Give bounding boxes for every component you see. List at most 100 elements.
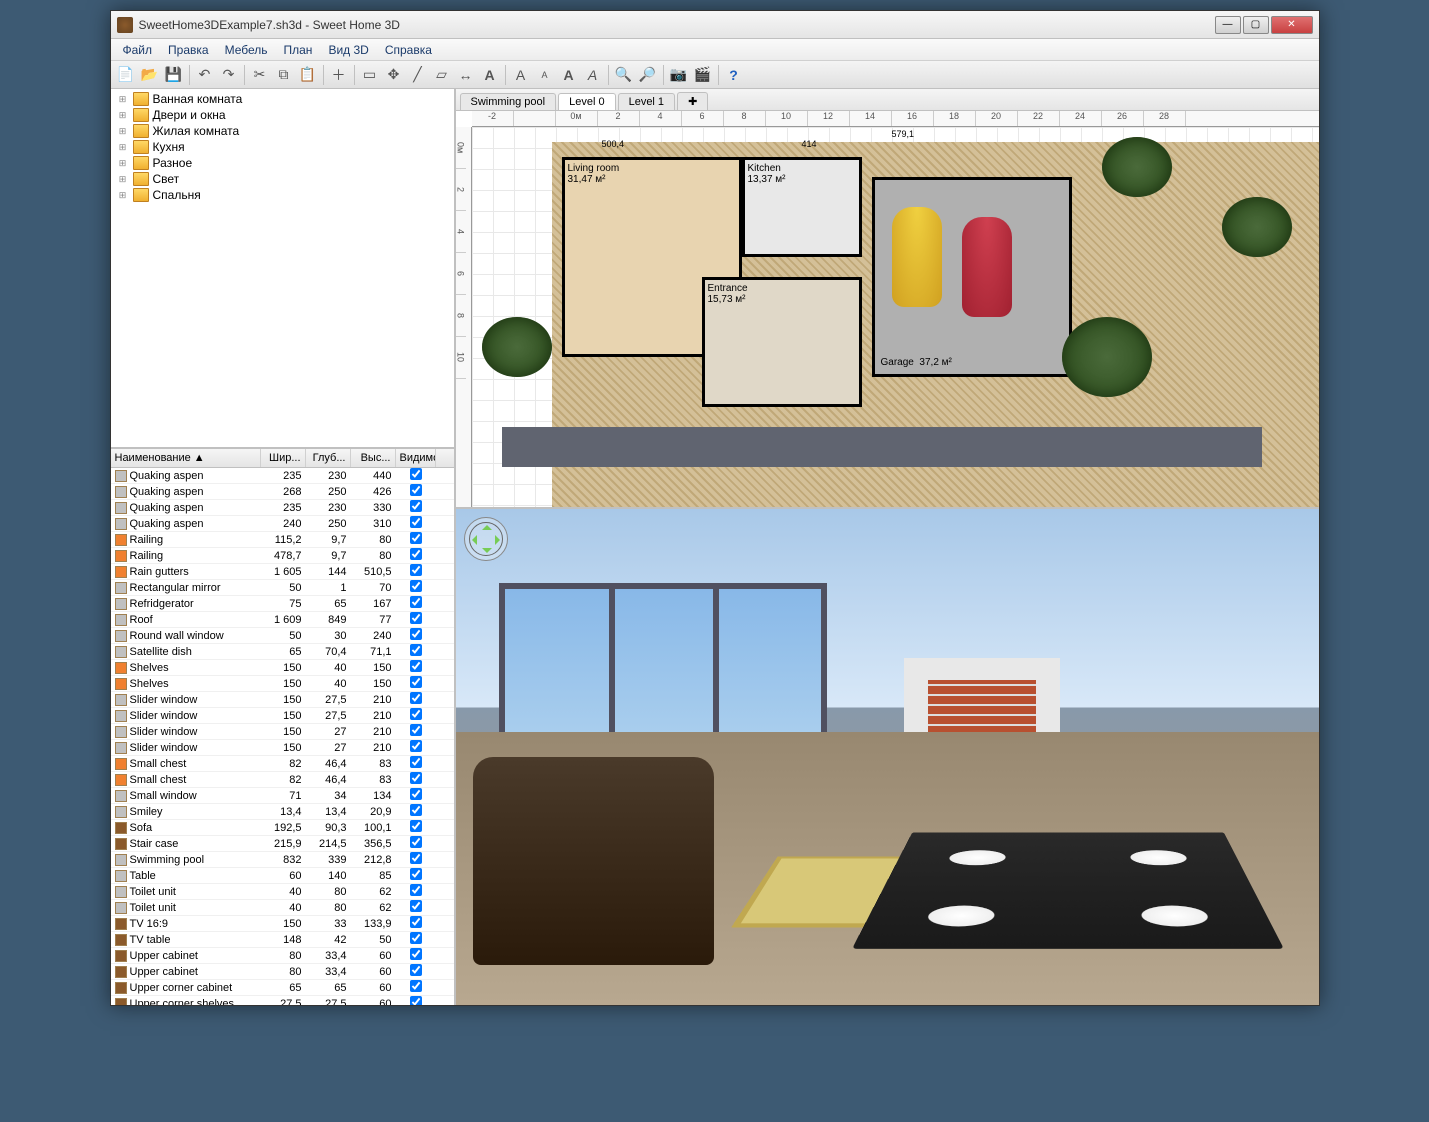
tree-item[interactable]: ⊞Кухня bbox=[113, 139, 452, 155]
expander-icon[interactable]: ⊞ bbox=[117, 142, 129, 153]
titlebar[interactable]: SweetHome3DExample7.sh3d - Sweet Home 3D… bbox=[111, 11, 1319, 39]
bush-icon[interactable] bbox=[1062, 317, 1152, 397]
visible-checkbox[interactable] bbox=[410, 612, 422, 624]
furniture-visible[interactable] bbox=[396, 948, 436, 963]
text-tool-icon[interactable]: A bbox=[479, 64, 501, 86]
furniture-list[interactable]: Наименование ▲ Шир... Глуб... Выс... Вид… bbox=[111, 449, 454, 1005]
visible-checkbox[interactable] bbox=[410, 500, 422, 512]
furniture-row[interactable]: Slider window15027210 bbox=[111, 740, 454, 756]
furniture-list-header[interactable]: Наименование ▲ Шир... Глуб... Выс... Вид… bbox=[111, 449, 454, 468]
furniture-visible[interactable] bbox=[396, 772, 436, 787]
furniture-visible[interactable] bbox=[396, 532, 436, 547]
furniture-visible[interactable] bbox=[396, 516, 436, 531]
furniture-row[interactable]: Quaking aspen235230440 bbox=[111, 468, 454, 484]
cut-icon[interactable]: ✂ bbox=[249, 64, 271, 86]
furniture-visible[interactable] bbox=[396, 564, 436, 579]
bush-icon[interactable] bbox=[1102, 137, 1172, 197]
furniture-row[interactable]: Quaking aspen240250310 bbox=[111, 516, 454, 532]
visible-checkbox[interactable] bbox=[410, 756, 422, 768]
visible-checkbox[interactable] bbox=[410, 820, 422, 832]
add-furniture-icon[interactable]: ＋ bbox=[328, 64, 350, 86]
furniture-row[interactable]: Slider window15027,5210 bbox=[111, 692, 454, 708]
visible-checkbox[interactable] bbox=[410, 532, 422, 544]
furniture-visible[interactable] bbox=[396, 676, 436, 691]
plan-tab[interactable]: Swimming pool bbox=[460, 93, 557, 110]
furniture-row[interactable]: Railing115,29,780 bbox=[111, 532, 454, 548]
wall-tool-icon[interactable]: ╱ bbox=[407, 64, 429, 86]
view-3d[interactable] bbox=[456, 509, 1319, 1005]
menu-plan[interactable]: План bbox=[276, 41, 321, 59]
furniture-visible[interactable] bbox=[396, 932, 436, 947]
visible-checkbox[interactable] bbox=[410, 596, 422, 608]
house-plan[interactable]: Living room 31,47 м² Kitchen 13,37 м² En… bbox=[542, 147, 1072, 427]
tree-item[interactable]: ⊞Спальня bbox=[113, 187, 452, 203]
furniture-visible[interactable] bbox=[396, 708, 436, 723]
nav-left-icon[interactable] bbox=[467, 535, 477, 545]
visible-checkbox[interactable] bbox=[410, 980, 422, 992]
furniture-visible[interactable] bbox=[396, 644, 436, 659]
room-tool-icon[interactable]: ▱ bbox=[431, 64, 453, 86]
furniture-visible[interactable] bbox=[396, 900, 436, 915]
menu-edit[interactable]: Правка bbox=[160, 41, 217, 59]
furniture-visible[interactable] bbox=[396, 484, 436, 499]
furniture-row[interactable]: Stair case215,9214,5356,5 bbox=[111, 836, 454, 852]
visible-checkbox[interactable] bbox=[410, 868, 422, 880]
col-header-height[interactable]: Выс... bbox=[351, 449, 396, 467]
furniture-row[interactable]: Upper corner shelves27,527,560 bbox=[111, 996, 454, 1005]
plan-canvas[interactable]: -20м246810121416182022242628 0м246810 Li… bbox=[456, 111, 1319, 507]
furniture-row[interactable]: TV 16:915033133,9 bbox=[111, 916, 454, 932]
visible-checkbox[interactable] bbox=[410, 676, 422, 688]
furniture-visible[interactable] bbox=[396, 724, 436, 739]
visible-checkbox[interactable] bbox=[410, 948, 422, 960]
visible-checkbox[interactable] bbox=[410, 804, 422, 816]
zoom-in-icon[interactable]: 🔎 bbox=[637, 64, 659, 86]
visible-checkbox[interactable] bbox=[410, 628, 422, 640]
furniture-row[interactable]: Smiley13,413,420,9 bbox=[111, 804, 454, 820]
furniture-row[interactable]: Upper corner cabinet656560 bbox=[111, 980, 454, 996]
visible-checkbox[interactable] bbox=[410, 836, 422, 848]
visible-checkbox[interactable] bbox=[410, 852, 422, 864]
furniture-visible[interactable] bbox=[396, 500, 436, 515]
visible-checkbox[interactable] bbox=[410, 900, 422, 912]
furniture-row[interactable]: TV table1484250 bbox=[111, 932, 454, 948]
minimize-button[interactable]: — bbox=[1215, 16, 1241, 34]
furniture-row[interactable]: Shelves15040150 bbox=[111, 660, 454, 676]
col-header-depth[interactable]: Глуб... bbox=[306, 449, 351, 467]
menu-help[interactable]: Справка bbox=[377, 41, 440, 59]
furniture-row[interactable]: Toilet unit408062 bbox=[111, 884, 454, 900]
help-icon[interactable]: ? bbox=[723, 64, 745, 86]
save-icon[interactable]: 💾 bbox=[163, 64, 185, 86]
visible-checkbox[interactable] bbox=[410, 884, 422, 896]
visible-checkbox[interactable] bbox=[410, 996, 422, 1005]
furniture-row[interactable]: Quaking aspen268250426 bbox=[111, 484, 454, 500]
furniture-visible[interactable] bbox=[396, 996, 436, 1005]
paste-icon[interactable]: 📋 bbox=[297, 64, 319, 86]
nav-3d-widget[interactable] bbox=[464, 517, 508, 561]
visible-checkbox[interactable] bbox=[410, 516, 422, 528]
furniture-visible[interactable] bbox=[396, 740, 436, 755]
plan-tab[interactable]: Level 1 bbox=[618, 93, 675, 110]
furniture-row[interactable]: Small chest8246,483 bbox=[111, 772, 454, 788]
text-smaller-icon[interactable]: A bbox=[534, 64, 556, 86]
expander-icon[interactable]: ⊞ bbox=[117, 174, 129, 185]
expander-icon[interactable]: ⊞ bbox=[117, 94, 129, 105]
pan-tool-icon[interactable]: ✥ bbox=[383, 64, 405, 86]
photo-icon[interactable]: 📷 bbox=[668, 64, 690, 86]
col-header-name[interactable]: Наименование ▲ bbox=[111, 449, 261, 467]
visible-checkbox[interactable] bbox=[410, 580, 422, 592]
nav-down-icon[interactable] bbox=[482, 548, 492, 558]
room-kitchen[interactable]: Kitchen 13,37 м² bbox=[742, 157, 862, 257]
nav-up-icon[interactable] bbox=[482, 520, 492, 530]
text-bigger-icon[interactable]: A bbox=[510, 64, 532, 86]
visible-checkbox[interactable] bbox=[410, 740, 422, 752]
furniture-visible[interactable] bbox=[396, 468, 436, 483]
furniture-row[interactable]: Shelves15040150 bbox=[111, 676, 454, 692]
furniture-row[interactable]: Slider window15027,5210 bbox=[111, 708, 454, 724]
menu-view3d[interactable]: Вид 3D bbox=[320, 41, 376, 59]
furniture-visible[interactable] bbox=[396, 820, 436, 835]
furniture-row[interactable]: Upper cabinet8033,460 bbox=[111, 948, 454, 964]
visible-checkbox[interactable] bbox=[410, 484, 422, 496]
furniture-visible[interactable] bbox=[396, 916, 436, 931]
furniture-row[interactable]: Round wall window5030240 bbox=[111, 628, 454, 644]
furniture-visible[interactable] bbox=[396, 836, 436, 851]
